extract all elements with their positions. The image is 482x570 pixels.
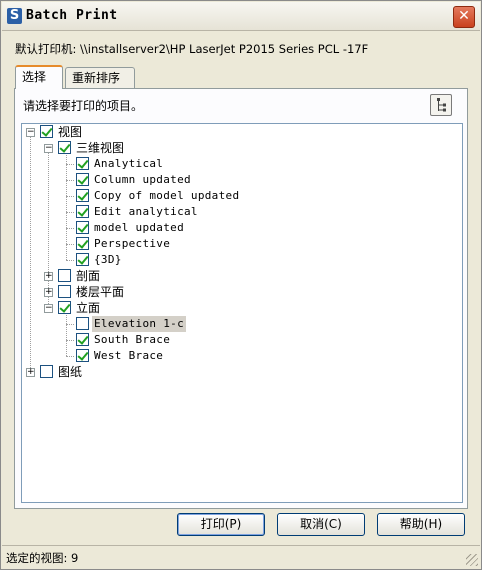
tree-node-label: 三维视图 (76, 141, 125, 155)
collapse-icon[interactable]: − (26, 128, 35, 137)
tree-node-label: 剖面 (76, 269, 101, 283)
checkbox[interactable] (76, 349, 89, 362)
checkbox[interactable] (58, 301, 71, 314)
list-item[interactable]: Analytical (22, 156, 322, 172)
tree-node-label: 视图 (58, 125, 83, 139)
tab-panel: 请选择要打印的项目。 − 视图 − 三维视图 Analytical Column… (14, 88, 468, 509)
tree-item-label: Analytical (94, 157, 164, 170)
tree-item-label: Edit analytical (94, 205, 198, 218)
checkbox[interactable] (58, 285, 71, 298)
tree-line (66, 244, 74, 245)
list-item[interactable]: Perspective (22, 236, 322, 252)
checkbox[interactable] (76, 221, 89, 234)
tree-line (66, 356, 74, 357)
list-item[interactable]: Elevation 1-c (22, 316, 322, 332)
collapse-icon[interactable]: − (44, 304, 53, 313)
tree-node-sheets[interactable]: + 图纸 (22, 364, 222, 380)
list-item[interactable]: West Brace (22, 348, 322, 364)
expand-icon[interactable]: + (44, 288, 53, 297)
expand-icon[interactable]: + (44, 272, 53, 281)
cancel-button[interactable]: 取消(C) (277, 513, 365, 536)
tree-item-label: Perspective (94, 237, 171, 250)
tree-line (66, 260, 74, 261)
tree-toggle-button[interactable] (430, 94, 452, 116)
window-title: Batch Print (26, 8, 118, 23)
tree-node-label: 立面 (76, 301, 101, 315)
list-item[interactable]: model updated (22, 220, 322, 236)
checkbox[interactable] (76, 189, 89, 202)
tree-item-label: {3D} (94, 253, 122, 266)
checkbox[interactable] (40, 365, 53, 378)
tree-node-elevations[interactable]: − 立面 (22, 300, 222, 316)
collapse-icon[interactable]: − (44, 144, 53, 153)
tree-line (66, 212, 74, 213)
checkbox[interactable] (58, 141, 71, 154)
checkbox[interactable] (40, 125, 53, 138)
tree-line (66, 196, 74, 197)
checkbox[interactable] (76, 173, 89, 186)
tree-item-label-selected: Elevation 1-c (92, 316, 186, 332)
checkbox[interactable] (76, 237, 89, 250)
checkbox[interactable] (76, 333, 89, 346)
checkbox[interactable] (76, 157, 89, 170)
help-button[interactable]: 帮助(H) (377, 513, 465, 536)
tab-select[interactable]: 选择 (15, 65, 63, 89)
tree-item-label: West Brace (94, 349, 164, 362)
checkbox[interactable] (76, 253, 89, 266)
view-tree[interactable]: − 视图 − 三维视图 Analytical Column updated Co… (21, 123, 463, 503)
tree-line (66, 180, 74, 181)
status-bar: 选定的视图: 9 (2, 545, 480, 568)
tree-item-label: model updated (94, 221, 184, 234)
tree-item-label: Column updated (94, 173, 191, 186)
expand-icon[interactable]: + (26, 368, 35, 377)
tree-node-floor-plans[interactable]: + 楼层平面 (22, 284, 222, 300)
close-button[interactable]: ✕ (453, 6, 475, 28)
tree-item-label: South Brace (94, 333, 171, 346)
tree-node-sections[interactable]: + 剖面 (22, 268, 222, 284)
tree-node-3d-views[interactable]: − 三维视图 (22, 140, 222, 156)
tree-line (66, 228, 74, 229)
checkbox[interactable] (58, 269, 71, 282)
list-item[interactable]: South Brace (22, 332, 322, 348)
tree-line (66, 340, 74, 341)
list-item[interactable]: Edit analytical (22, 204, 322, 220)
tree-node-label: 图纸 (58, 365, 83, 379)
title-bar[interactable]: S Batch Print ✕ (2, 2, 480, 31)
print-button[interactable]: 打印(P) (177, 513, 265, 536)
checkbox[interactable] (76, 317, 89, 330)
default-printer-label: 默认打印机: \\installserver2\HP LaserJet P201… (15, 42, 369, 56)
instruction-text: 请选择要打印的项目。 (23, 99, 144, 113)
checkbox[interactable] (76, 205, 89, 218)
tree-view-icon (437, 98, 446, 112)
tree-line (66, 164, 74, 165)
selected-views-count: 选定的视图: 9 (6, 551, 79, 565)
tree-item-label: Copy of model updated (94, 189, 240, 202)
tree-line (66, 324, 74, 325)
resize-grip-icon[interactable] (466, 554, 478, 566)
list-item[interactable]: Copy of model updated (22, 188, 322, 204)
batch-print-dialog: S Batch Print ✕ 默认打印机: \\installserver2\… (0, 0, 482, 570)
list-item[interactable]: Column updated (22, 172, 322, 188)
list-item[interactable]: {3D} (22, 252, 322, 268)
tree-node-views[interactable]: − 视图 (22, 124, 222, 140)
app-icon: S (7, 8, 22, 24)
tab-reorder[interactable]: 重新排序 (65, 67, 135, 88)
tree-node-label: 楼层平面 (76, 285, 125, 299)
